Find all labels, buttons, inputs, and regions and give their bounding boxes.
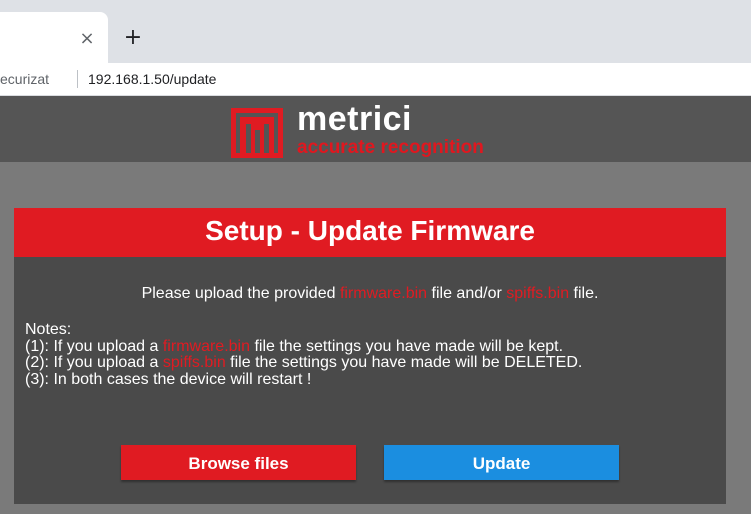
intro-text: Please upload the provided firmware.bin … <box>14 285 726 303</box>
intro-before: Please upload the provided <box>141 285 340 302</box>
notes-heading: Notes: <box>25 321 72 338</box>
security-label[interactable]: ecurizat <box>0 71 49 87</box>
note-1-file: firmware.bin <box>162 337 250 355</box>
address-bar[interactable]: ecurizat 192.168.1.50/update <box>0 63 751 96</box>
page-title: Setup - Update Firmware <box>205 215 535 246</box>
note-1: (1): If you upload a firmware.bin file t… <box>25 337 582 356</box>
note-2-file: spiffs.bin <box>162 354 226 371</box>
intro-after: file. <box>569 285 599 302</box>
intro-middle: file and/or <box>427 285 507 302</box>
browser-tab[interactable]: × <box>0 12 108 63</box>
close-icon[interactable]: × <box>78 30 96 48</box>
url-text[interactable]: 192.168.1.50/update <box>88 71 216 87</box>
browse-files-button[interactable]: Browse files <box>121 445 356 480</box>
browser-tabstrip <box>0 0 751 63</box>
update-button[interactable]: Update <box>384 445 619 480</box>
note-2-after: file the settings you have made will be … <box>225 354 583 371</box>
intro-file-spiffs: spiffs.bin <box>506 285 570 302</box>
address-separator <box>77 70 78 88</box>
logo-icon <box>231 108 283 158</box>
brand-name: metrici <box>297 100 412 138</box>
note-2: (2): If you upload a spiffs.bin file the… <box>25 354 583 372</box>
note-1-before: (1): If you upload a <box>25 337 163 355</box>
notes-section: Notes: (1): If you upload a firmware.bin… <box>25 321 583 388</box>
note-2-before: (2): If you upload a <box>25 354 163 371</box>
new-tab-icon[interactable]: + <box>122 27 144 49</box>
note-3: (3): In both cases the device will resta… <box>25 370 312 388</box>
intro-file-firmware: firmware.bin <box>339 285 428 302</box>
brand-tagline: accurate recognition <box>297 137 484 158</box>
note-1-after: file the settings you have made will be … <box>250 337 564 355</box>
